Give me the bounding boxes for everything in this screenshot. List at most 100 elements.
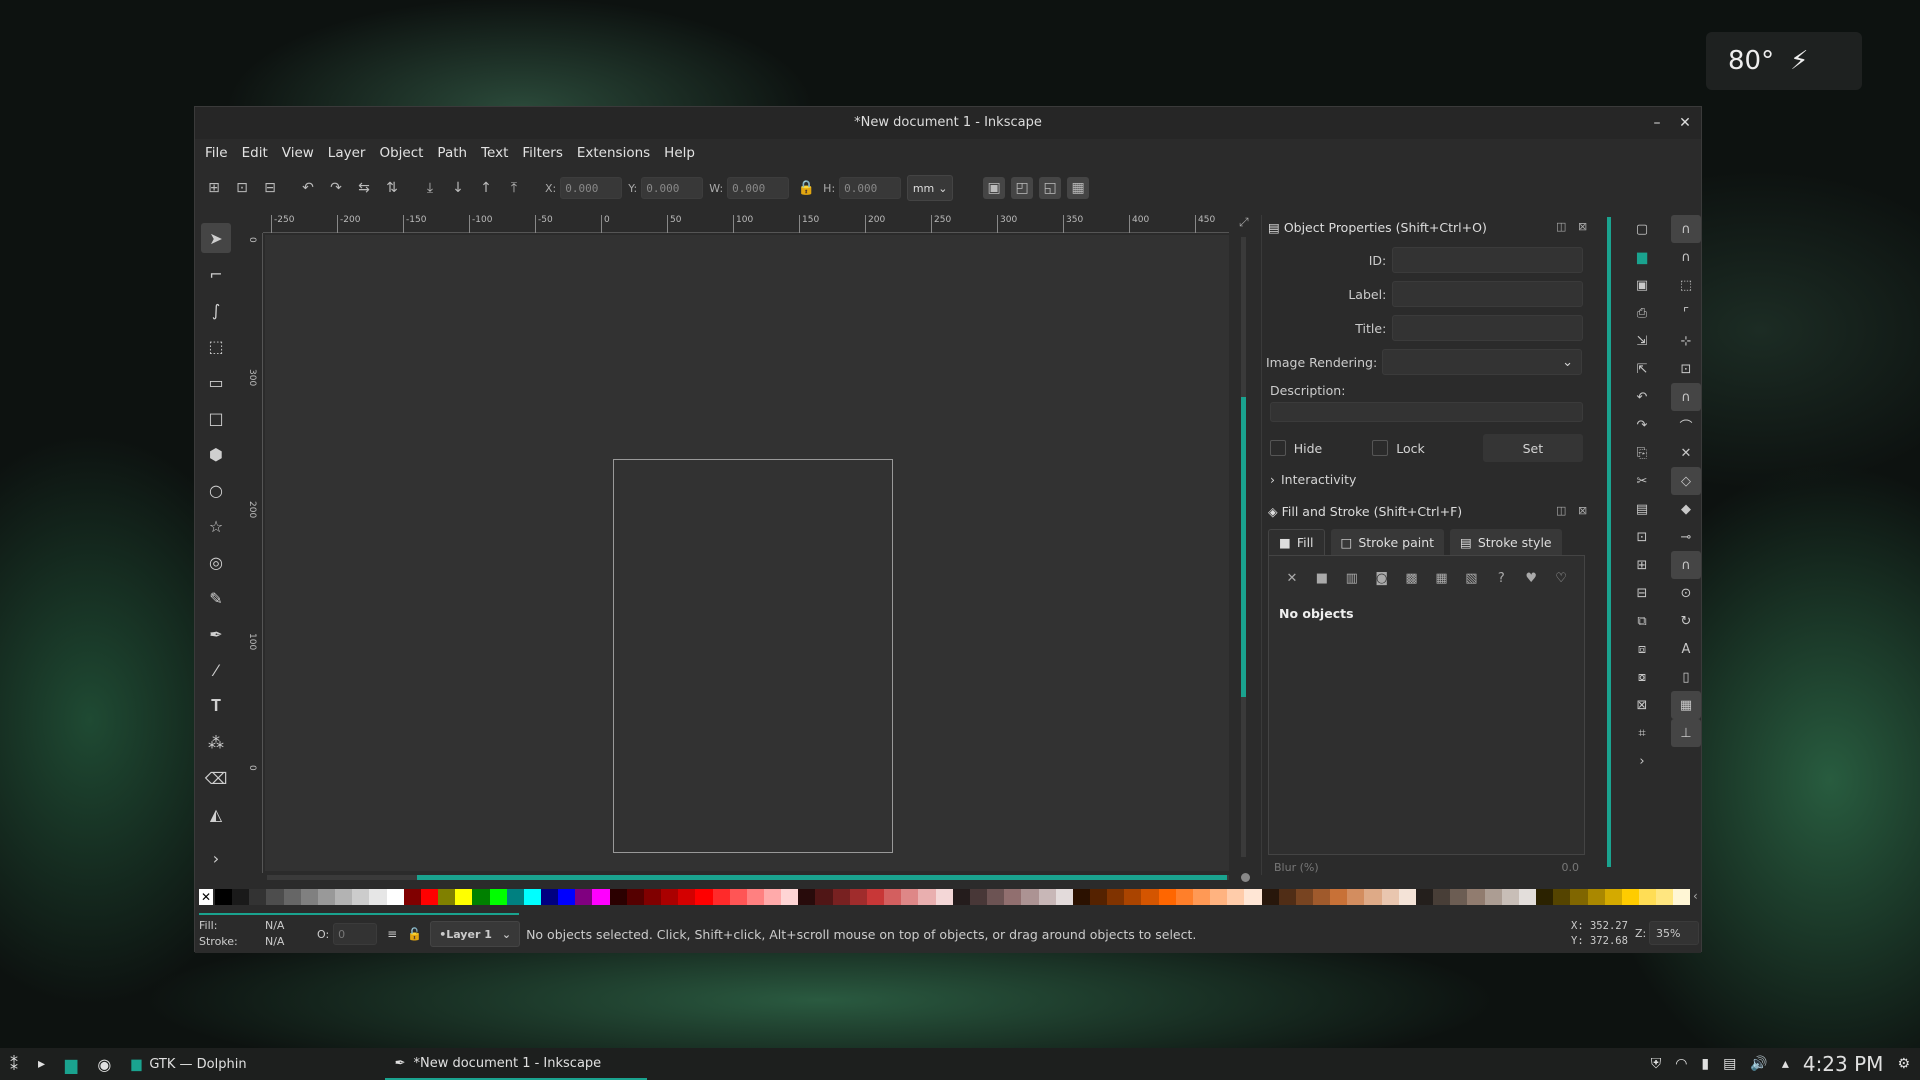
palette-swatch[interactable] (1192, 889, 1211, 905)
palette-swatch[interactable] (266, 889, 284, 905)
swatch-icon[interactable]: ▧ (1460, 566, 1482, 590)
palette-swatch[interactable] (438, 889, 456, 905)
zoom-input[interactable]: 35% (1649, 921, 1699, 945)
y-input[interactable] (641, 177, 704, 199)
palette-swatch[interactable] (1038, 889, 1056, 905)
palette-swatch[interactable] (1124, 889, 1142, 905)
palette-swatch[interactable] (1261, 889, 1279, 905)
menu-text[interactable]: Text (481, 145, 508, 161)
palette-swatch[interactable] (1501, 889, 1519, 905)
menu-path[interactable]: Path (437, 145, 467, 161)
palette-swatch[interactable] (1055, 889, 1073, 905)
ungroup-icon[interactable]: ⌗ (1627, 719, 1657, 747)
unit-select[interactable]: mm ⌄ (907, 175, 954, 201)
palette-swatch[interactable] (592, 889, 610, 905)
snap-bbox-midpoint-icon[interactable]: ⊹ (1671, 327, 1701, 355)
palette-swatch[interactable] (489, 889, 507, 905)
lock-checkbox[interactable] (1372, 440, 1389, 456)
palette-swatch[interactable] (558, 889, 576, 905)
palette-swatch[interactable] (798, 889, 816, 905)
menu-view[interactable]: View (282, 145, 314, 161)
tray-expand-icon[interactable]: ▴ (1782, 1056, 1789, 1072)
palette-swatch[interactable] (335, 889, 353, 905)
interactivity-expander[interactable]: › Interactivity (1262, 462, 1591, 487)
app-launcher-icon[interactable]: ⁑ (0, 1048, 28, 1080)
weather-widget[interactable]: 80° ⚡ (1706, 32, 1862, 90)
palette-swatch[interactable] (746, 889, 764, 905)
dolphin-icon[interactable]: ▆ (55, 1048, 87, 1080)
palette-swatch[interactable] (1656, 889, 1674, 905)
select-all-icon[interactable]: ⊞ (203, 177, 225, 199)
layers-menu-icon[interactable]: ≡ (387, 927, 397, 941)
palette-swatch[interactable] (249, 889, 267, 905)
palette-swatch[interactable] (1518, 889, 1537, 905)
menu-help[interactable]: Help (664, 145, 695, 161)
taskbar-dolphin[interactable]: ▆ GTK — Dolphin (121, 1048, 256, 1080)
palette-swatch[interactable] (764, 889, 782, 905)
minimize-button[interactable]: – (1647, 113, 1667, 133)
spiral-tool-icon[interactable]: ◎ (201, 547, 231, 577)
palette-swatch[interactable] (884, 889, 902, 905)
palette-swatch[interactable] (1072, 889, 1090, 905)
new-document-icon[interactable]: ▢ (1627, 215, 1657, 243)
palette-menu-icon[interactable]: ‹ (1693, 889, 1698, 903)
linear-gradient-icon[interactable]: ▥ (1341, 566, 1363, 590)
fill-indicator[interactable]: N/A (265, 918, 317, 934)
snap-guide-icon[interactable]: ⊥ (1671, 719, 1701, 747)
palette-swatch[interactable] (1004, 889, 1022, 905)
panel-iconify-icon[interactable]: ◫ (1556, 504, 1566, 517)
snap-toggle-icon[interactable]: ∩ (1671, 215, 1701, 243)
terminal-icon[interactable]: ▸ (28, 1048, 55, 1080)
tab-stroke-paint[interactable]: □ Stroke paint (1330, 529, 1445, 555)
duplicate-icon[interactable]: ⧉ (1627, 607, 1657, 635)
palette-swatch[interactable] (1141, 889, 1159, 905)
w-input[interactable] (727, 177, 790, 199)
palette-swatch[interactable] (935, 889, 953, 905)
radial-gradient-icon[interactable]: ◙ (1371, 566, 1393, 590)
pattern-icon[interactable]: ▦ (1431, 566, 1453, 590)
menu-edit[interactable]: Edit (242, 145, 268, 161)
move-gradients-icon[interactable]: ◱ (1039, 177, 1062, 199)
snap-midpoint-icon[interactable]: ⊸ (1671, 523, 1701, 551)
palette-swatch[interactable] (386, 889, 404, 905)
palette-swatch[interactable] (1484, 889, 1502, 905)
fill-rule-evenodd-icon[interactable]: ♥ (1520, 566, 1542, 590)
palette-swatch[interactable] (1107, 889, 1125, 905)
snap-path-icon[interactable]: ⌒ (1671, 411, 1701, 439)
palette-swatch[interactable] (455, 889, 473, 905)
color-palette[interactable] (215, 889, 1691, 905)
palette-swatch[interactable] (918, 889, 936, 905)
palette-swatch[interactable] (1450, 889, 1468, 905)
palette-swatch[interactable] (1364, 889, 1382, 905)
save-icon[interactable]: ▣ (1627, 271, 1657, 299)
shield-icon[interactable]: ⛨ (1651, 1056, 1662, 1072)
title-bar[interactable]: *New document 1 - Inkscape (195, 107, 1701, 139)
scale-corners-icon[interactable]: ◰ (1011, 177, 1034, 199)
palette-swatch[interactable] (369, 889, 387, 905)
zoom-fit-icon[interactable]: ⤢ (1239, 215, 1249, 230)
palette-swatch[interactable] (952, 889, 970, 905)
palette-swatch[interactable] (1158, 889, 1176, 905)
redo-icon[interactable]: ↷ (1627, 411, 1657, 439)
horizontal-scrollbar[interactable] (267, 875, 1229, 880)
tab-stroke-style[interactable]: ▤ Stroke style (1450, 529, 1562, 555)
description-field[interactable] (1270, 402, 1583, 422)
horizontal-ruler[interactable]: -250 -200 -150 -100 -50 0 50 100 150 200 250 300 350… (263, 213, 1229, 233)
palette-swatch[interactable] (1227, 889, 1245, 905)
wifi-icon[interactable]: ◠ (1675, 1056, 1687, 1072)
palette-swatch[interactable] (1021, 889, 1039, 905)
chevron-right-icon[interactable]: › (201, 843, 231, 873)
palette-swatch[interactable] (609, 889, 627, 905)
palette-swatch[interactable] (506, 889, 524, 905)
menu-layer[interactable]: Layer (328, 145, 366, 161)
palette-swatch[interactable] (1244, 889, 1262, 905)
palette-swatch[interactable] (849, 889, 867, 905)
taskbar-inkscape[interactable]: ✒ *New document 1 - Inkscape (384, 1048, 648, 1080)
fill-stroke-header[interactable]: ◈ Fill and Stroke (Shift+Ctrl+F) ◫ ⊠ (1262, 499, 1591, 523)
import-icon[interactable]: ⇲ (1627, 327, 1657, 355)
tweak-tool-icon[interactable]: ∫ (201, 295, 231, 325)
menu-extensions[interactable]: Extensions (577, 145, 650, 161)
palette-swatch[interactable] (643, 889, 662, 905)
pen-tool-icon[interactable]: ✒ (201, 619, 231, 649)
snap-smooth-icon[interactable]: ◆ (1671, 495, 1701, 523)
